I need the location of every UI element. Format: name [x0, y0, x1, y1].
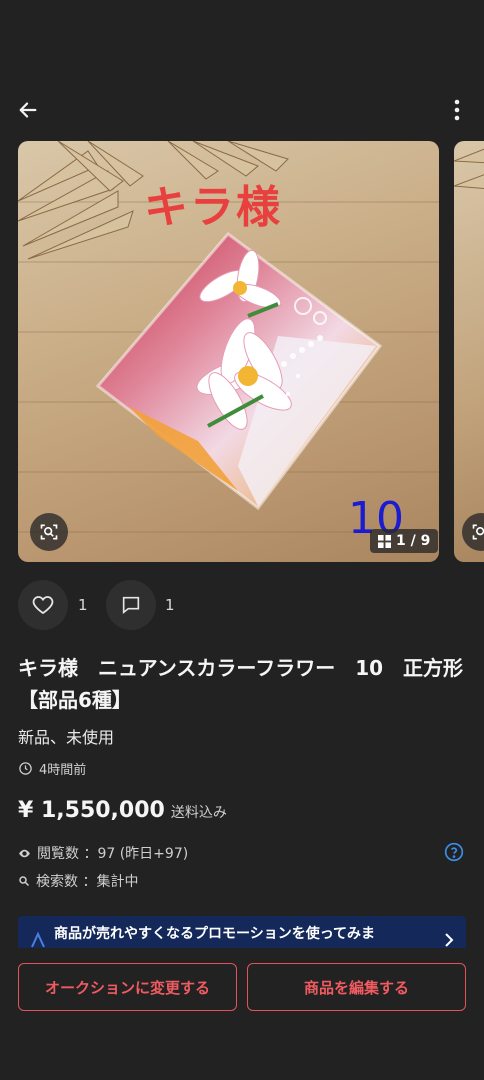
next-product-image[interactable] — [454, 141, 484, 562]
image-search-button-2[interactable] — [462, 513, 484, 551]
back-button[interactable] — [10, 92, 46, 128]
comment-count: 1 — [165, 596, 175, 614]
views-stat: 閲覧数 ：97 (昨日+97) — [18, 843, 188, 863]
resin-tile-illustration — [95, 231, 383, 511]
image-search-icon — [472, 524, 484, 540]
help-button[interactable] — [443, 841, 465, 863]
like-button[interactable] — [18, 580, 68, 630]
edit-item-button[interactable]: 商品を編集する — [247, 963, 466, 1011]
grid-icon — [378, 534, 391, 548]
promo-icon — [31, 931, 45, 948]
arrow-left-icon — [19, 102, 37, 118]
more-vertical-icon — [454, 99, 460, 121]
price-row: ¥ 1,550,000 送料込み — [18, 798, 227, 823]
comment-icon — [122, 596, 140, 615]
image-overlay-title: キラ様 — [144, 182, 282, 233]
image-search-icon — [40, 524, 58, 540]
image-search-button[interactable] — [30, 513, 68, 551]
image-counter: 1 / 9 — [370, 529, 439, 553]
image-counter-text: 1 / 9 — [396, 533, 431, 549]
chevron-right-icon — [445, 933, 454, 947]
item-price: ¥ 1,550,000 — [18, 798, 165, 823]
comment-button[interactable] — [106, 580, 156, 630]
dried-flower-decoration-2 — [454, 148, 484, 190]
like-count: 1 — [78, 596, 88, 614]
search-stat-text: 検索数 ：集計中 — [36, 874, 139, 890]
posted-time: 4時間前 — [18, 759, 86, 778]
item-title: キラ様 ニュアンスカラーフラワー 10 正方形【部品6種】 — [18, 656, 464, 712]
search-stat: 検索数 ：集計中 — [18, 871, 138, 891]
heart-icon — [32, 596, 54, 615]
item-condition: 新品、未使用 — [18, 728, 115, 747]
eye-icon — [19, 849, 30, 857]
search-icon — [19, 876, 30, 887]
promotion-banner[interactable]: 商品が売れやすくなるプロモーションを使ってみま — [18, 916, 466, 948]
help-circle-icon — [444, 842, 464, 862]
clock-icon — [19, 762, 32, 775]
change-to-auction-button[interactable]: オークションに変更する — [18, 963, 237, 1011]
promotion-text: 商品が売れやすくなるプロモーションを使ってみま — [54, 926, 376, 942]
views-stat-text: 閲覧数 ：97 (昨日+97) — [37, 846, 189, 862]
product-image[interactable]: キラ様 10 1 / 9 — [18, 141, 439, 562]
shipping-note: 送料込み — [170, 805, 227, 821]
more-menu-button[interactable] — [440, 92, 474, 128]
posted-time-text: 4時間前 — [39, 763, 87, 778]
